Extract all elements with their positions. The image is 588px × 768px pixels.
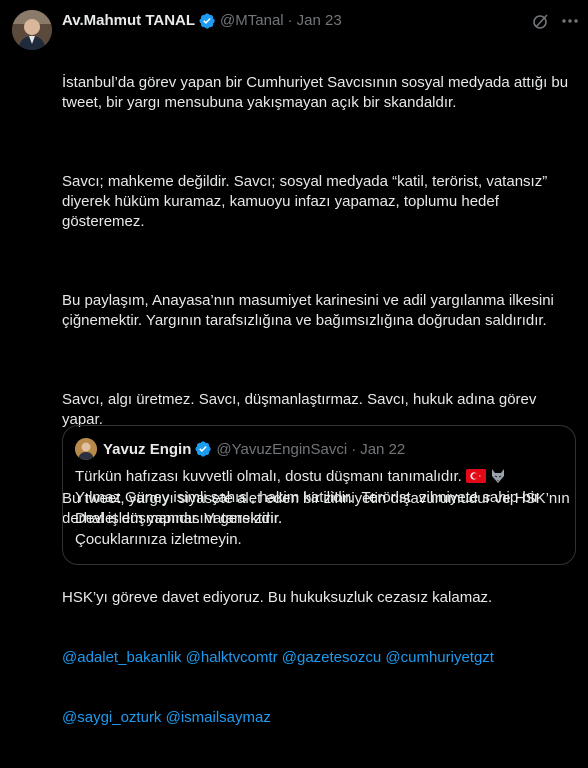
quoted-line: Türkün hafızası kuvvetli olmalı, dostu d… [75, 466, 565, 487]
verified-badge-icon [194, 440, 212, 458]
tweet-header: Av.Mahmut TANAL @MTanal · Jan 23 [62, 10, 580, 31]
quoted-tweet[interactable]: Yavuz Engin @YavuzEnginSavci · Jan 22 Tü… [62, 425, 576, 565]
turkey-flag-icon [465, 468, 486, 483]
mention-link[interactable]: @ismailsaymaz [166, 709, 271, 726]
grok-icon[interactable] [532, 12, 550, 30]
tweet-paragraph: İstanbul’da görev yapan bir Cumhuriyet S… [62, 74, 573, 111]
mentions-line-2: @saygi_ozturk @ismailsaymaz [62, 708, 580, 728]
quoted-author-handle: @YavuzEnginSavci [216, 440, 348, 458]
tweet-paragraph: Savcı; mahkeme değildir. Savcı; sosyal m… [62, 173, 552, 230]
quoted-author-avatar [75, 438, 97, 460]
quoted-author-name: Yavuz Engin [103, 440, 192, 458]
mention-link[interactable]: @saygi_ozturk [62, 709, 161, 726]
quoted-line-text: Türkün hafızası kuvvetli olmalı, dostu d… [75, 468, 462, 485]
author-avatar[interactable] [12, 10, 52, 50]
tweet-content: Av.Mahmut TANAL @MTanal · Jan 23 İstanbu… [62, 10, 580, 768]
quoted-tweet-date: Jan 22 [360, 440, 406, 458]
author-name[interactable]: Av.Mahmut TANAL [62, 12, 195, 29]
tweet[interactable]: Av.Mahmut TANAL @MTanal · Jan 23 İstanbu… [0, 0, 588, 726]
tweet-text: İstanbul’da görev yapan bir Cumhuriyet S… [62, 33, 580, 768]
author-handle[interactable]: @MTanal [220, 12, 284, 29]
quoted-line: Devlet düşmanıdır. Vatansızdır. [75, 510, 283, 527]
separator-dot: · [351, 440, 357, 458]
mention-link[interactable]: @gazetesozcu [282, 649, 381, 666]
verified-badge-icon [198, 12, 216, 30]
separator-dot: · [287, 12, 293, 29]
mentions-line-1: @adalet_bakanlik @halktvcomtr @gazetesoz… [62, 648, 580, 668]
mention-link[interactable]: @halktvcomtr [186, 649, 278, 666]
tweet-final-text: HSK’yı göreve davet ediyoruz. Bu hukuksu… [62, 589, 493, 606]
tweet-paragraph: Bu paylaşım, Anayasa’nın masumiyet karin… [62, 292, 559, 329]
mention-link[interactable]: @cumhuriyetgzt [385, 649, 494, 666]
quoted-line: Yılmaz Güney isimli şahıs , hakim katili… [75, 489, 540, 506]
tweet-paragraph: Savcı, algı üretmez. Savcı, düşmanlaştır… [62, 391, 541, 428]
quoted-line: Çocuklarınıza izletmeyin. [75, 531, 242, 548]
mention-link[interactable]: @adalet_bakanlik [62, 649, 181, 666]
tweet-date[interactable]: Jan 23 [297, 12, 342, 29]
quoted-tweet-header: Yavuz Engin @YavuzEnginSavci · Jan 22 [75, 438, 406, 460]
wolf-icon [490, 468, 506, 484]
tweet-paragraph-final: HSK’yı göreve davet ediyoruz. Bu hukuksu… [62, 588, 580, 608]
quoted-tweet-text: Türkün hafızası kuvvetli olmalı, dostu d… [75, 466, 565, 550]
more-options-icon[interactable] [560, 14, 580, 28]
